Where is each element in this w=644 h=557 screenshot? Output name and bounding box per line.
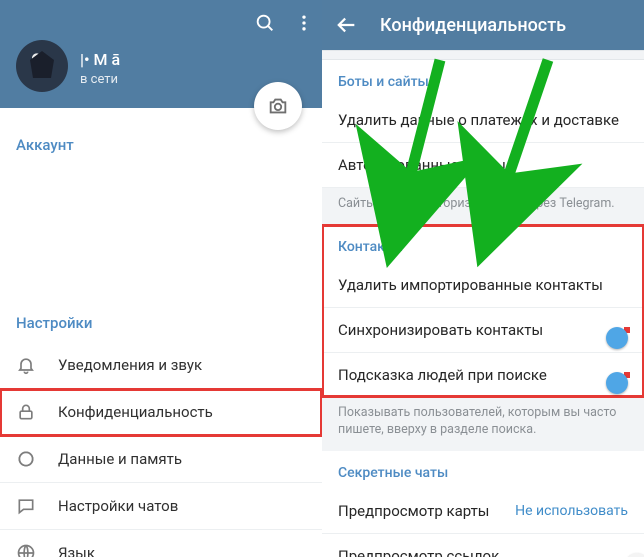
avatar[interactable] <box>16 40 68 92</box>
item-label: Предпросмотр ссылок <box>338 547 499 557</box>
item-chat[interactable]: Настройки чатов <box>0 483 322 530</box>
item-privacy[interactable]: Конфиденциальность <box>0 389 322 436</box>
user-name: |• M ā <box>80 50 120 69</box>
bell-icon <box>16 355 38 375</box>
item-label: Подсказка людей при поиске <box>338 366 547 384</box>
item-sync-contacts[interactable]: Синхронизировать контакты <box>322 308 644 353</box>
item-label: Язык <box>58 544 95 557</box>
camera-fab[interactable] <box>254 82 302 130</box>
back-icon[interactable] <box>336 14 358 36</box>
item-label: Предпросмотр карты <box>338 502 489 520</box>
item-auth-sites[interactable]: Авторизованные сайты <box>322 143 644 188</box>
map-preview-value: Не использовать <box>515 503 628 519</box>
item-delete-payment[interactable]: Удалить данные о платежах и доставке <box>322 98 644 143</box>
data-icon <box>16 449 38 469</box>
item-map-preview[interactable]: Предпросмотр карты Не использовать <box>322 489 644 534</box>
item-suggest-contacts[interactable]: Подсказка людей при поиске <box>322 353 644 397</box>
bots-note: Сайты, где вы авторизовались через Teleg… <box>322 188 644 225</box>
contacts-note: Показывать пользователей, которым вы час… <box>322 397 644 451</box>
item-label: Синхронизировать контакты <box>338 321 543 339</box>
settings-main-screen: |• M ā в сети Аккаунт Настройки Уведомле… <box>0 0 322 557</box>
item-notifications[interactable]: Уведомления и звук <box>0 342 322 389</box>
item-data[interactable]: Данные и память <box>0 436 322 483</box>
section-secret: Секретные чаты <box>322 451 644 489</box>
item-language[interactable]: Язык <box>0 530 322 557</box>
item-label: Уведомления и звук <box>58 356 202 374</box>
profile-header: |• M ā в сети <box>0 0 322 108</box>
user-status: в сети <box>80 72 118 87</box>
privacy-screen: Конфиденциальность Боты и сайты Удалить … <box>322 0 644 557</box>
item-label: Авторизованные сайты <box>338 156 506 174</box>
item-label: Удалить импортированные контакты <box>338 276 603 294</box>
privacy-title: Конфиденциальность <box>380 15 566 36</box>
item-delete-contacts[interactable]: Удалить импортированные контакты <box>322 263 644 308</box>
section-bots: Боты и сайты <box>322 60 644 98</box>
item-label: Настройки чатов <box>58 497 178 515</box>
contacts-block: Контакты Удалить импортированные контакт… <box>322 225 644 397</box>
privacy-header: Конфиденциальность <box>322 0 644 50</box>
chat-icon <box>16 496 38 516</box>
item-label: Конфиденциальность <box>58 403 213 421</box>
section-contacts: Контакты <box>322 225 644 263</box>
item-label: Данные и память <box>58 450 182 468</box>
item-link-preview[interactable]: Предпросмотр ссылок <box>322 534 644 557</box>
search-icon[interactable] <box>254 12 276 34</box>
section-settings: Настройки <box>0 294 322 342</box>
globe-icon <box>16 543 38 557</box>
more-icon[interactable] <box>294 13 314 33</box>
lock-icon <box>16 402 38 422</box>
item-label: Удалить данные о платежах и доставке <box>338 111 619 129</box>
